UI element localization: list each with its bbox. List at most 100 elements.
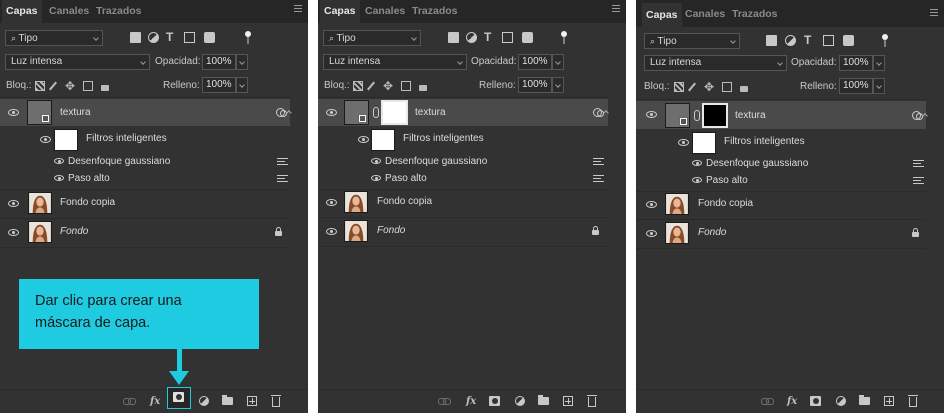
mask-link-icon[interactable]	[373, 107, 379, 118]
filter-row-high-pass[interactable]: Paso alto	[636, 172, 926, 189]
filter-row-high-pass[interactable]: Paso alto	[0, 170, 290, 187]
layer-row-fondo-copia[interactable]: Fondo copia	[0, 191, 290, 217]
opacity-slider-button[interactable]	[552, 54, 564, 70]
layer-name[interactable]: Fondo copia	[60, 196, 115, 210]
filter-row-high-pass[interactable]: Paso alto	[318, 170, 608, 187]
link-layers-icon[interactable]	[123, 398, 136, 405]
tab-canales[interactable]: Canales	[45, 0, 93, 23]
shape-filter-icon[interactable]	[184, 32, 195, 43]
smart-filter-mask-thumbnail[interactable]	[54, 129, 78, 151]
layer-name[interactable]: Fondo	[377, 224, 405, 238]
adjustment-filter-icon[interactable]	[148, 32, 159, 43]
smart-filters-row[interactable]: Filtros inteligentes	[0, 127, 290, 152]
adjustment-layer-icon[interactable]	[836, 396, 846, 406]
blending-options-icon[interactable]	[277, 175, 288, 182]
move-lock-icon[interactable]: ✥	[704, 81, 714, 93]
move-lock-icon[interactable]: ✥	[65, 80, 75, 92]
folder-icon[interactable]	[538, 395, 549, 405]
fill-input[interactable]: 100%	[202, 77, 236, 93]
adjustment-filter-icon[interactable]	[785, 35, 796, 46]
type-filter-icon[interactable]: T	[484, 31, 495, 43]
smart-filters-row[interactable]: Filtros inteligentes	[636, 130, 926, 155]
blending-options-icon[interactable]	[593, 175, 604, 182]
smart-object-filter-icon[interactable]	[522, 32, 533, 43]
eye-icon[interactable]	[326, 228, 337, 235]
opacity-input[interactable]: 100%	[202, 54, 236, 70]
opacity-input[interactable]: 100%	[518, 54, 552, 70]
brush-lock-icon[interactable]	[49, 81, 57, 91]
blending-options-icon[interactable]	[277, 158, 288, 165]
new-layer-icon[interactable]	[247, 396, 257, 406]
new-layer-icon[interactable]	[884, 396, 894, 406]
eye-icon[interactable]	[326, 109, 337, 116]
fill-input[interactable]: 100%	[518, 77, 552, 93]
image-filter-icon[interactable]	[448, 32, 459, 43]
fill-slider-button[interactable]	[236, 77, 248, 93]
fill-input[interactable]: 100%	[839, 78, 873, 94]
filter-type-dropdown[interactable]: ⌕ Tipo	[5, 30, 103, 46]
layer-mask-icon[interactable]	[810, 396, 821, 406]
lock-pixels-icon[interactable]	[35, 81, 45, 91]
image-filter-icon[interactable]	[130, 32, 141, 43]
artboard-lock-icon[interactable]	[401, 81, 411, 91]
layer-row-textura[interactable]: textura	[0, 99, 292, 126]
blend-mode-dropdown[interactable]: Luz intensa	[323, 54, 467, 70]
smart-object-filter-icon[interactable]	[204, 32, 215, 43]
eye-icon[interactable]	[40, 136, 51, 143]
blending-options-icon[interactable]	[593, 158, 604, 165]
eye-icon[interactable]	[54, 158, 64, 164]
smart-filters-row[interactable]: Filtros inteligentes	[318, 127, 608, 152]
layer-name[interactable]: Fondo	[60, 225, 88, 239]
panel-menu-icon[interactable]	[930, 9, 938, 18]
layer-mask-icon[interactable]	[173, 392, 184, 402]
lock-pixels-icon[interactable]	[674, 82, 684, 92]
trash-icon[interactable]	[908, 395, 918, 407]
layer-name[interactable]: Fondo copia	[698, 197, 753, 211]
layer-row-fondo-copia[interactable]: Fondo copia	[318, 190, 608, 216]
eye-icon[interactable]	[54, 175, 64, 181]
layer-row-fondo[interactable]: Fondo	[0, 220, 290, 246]
collapse-icon[interactable]	[603, 110, 609, 116]
eye-icon[interactable]	[8, 109, 19, 116]
blending-options-icon[interactable]	[913, 160, 924, 167]
tab-capas[interactable]: Capas	[642, 3, 682, 27]
fill-slider-button[interactable]	[873, 78, 885, 94]
eye-icon[interactable]	[646, 201, 657, 208]
collapse-icon[interactable]	[286, 110, 292, 116]
tab-trazados[interactable]: Trazados	[408, 0, 462, 23]
trash-icon[interactable]	[271, 395, 281, 407]
layer-mask-thumbnail[interactable]	[381, 100, 408, 125]
tab-trazados[interactable]: Trazados	[728, 3, 782, 26]
shape-filter-icon[interactable]	[823, 35, 834, 46]
layer-name[interactable]: textura	[415, 106, 446, 120]
lock-all-icon[interactable]	[419, 85, 427, 91]
fill-slider-button[interactable]	[552, 77, 564, 93]
type-filter-icon[interactable]: T	[804, 34, 815, 46]
tab-capas[interactable]: Capas	[320, 0, 360, 23]
lock-all-icon[interactable]	[101, 85, 109, 91]
mask-link-icon[interactable]	[694, 110, 700, 121]
lock-pixels-icon[interactable]	[353, 81, 363, 91]
link-layers-icon[interactable]	[438, 398, 451, 405]
smart-filter-mask-thumbnail[interactable]	[692, 132, 716, 154]
opacity-input[interactable]: 100%	[839, 55, 873, 71]
eye-icon[interactable]	[646, 111, 657, 118]
new-layer-icon[interactable]	[563, 396, 573, 406]
adjustment-layer-icon[interactable]	[515, 396, 525, 406]
layer-mask-icon[interactable]	[489, 396, 500, 406]
layer-row-textura[interactable]: textura	[318, 99, 609, 126]
eye-icon[interactable]	[326, 199, 337, 206]
fx-icon[interactable]: fx	[787, 396, 797, 408]
collapse-icon[interactable]	[922, 113, 928, 119]
smart-filter-mask-thumbnail[interactable]	[371, 129, 395, 151]
tab-canales[interactable]: Canales	[361, 0, 409, 23]
eye-icon[interactable]	[692, 177, 702, 183]
lock-all-icon[interactable]	[740, 86, 748, 92]
shape-filter-icon[interactable]	[502, 32, 513, 43]
eye-icon[interactable]	[358, 136, 369, 143]
panel-menu-icon[interactable]	[294, 5, 302, 14]
folder-icon[interactable]	[222, 395, 233, 405]
brush-lock-icon[interactable]	[367, 81, 375, 91]
layer-name[interactable]: Fondo copia	[377, 195, 432, 209]
smart-object-filter-icon[interactable]	[843, 35, 854, 46]
